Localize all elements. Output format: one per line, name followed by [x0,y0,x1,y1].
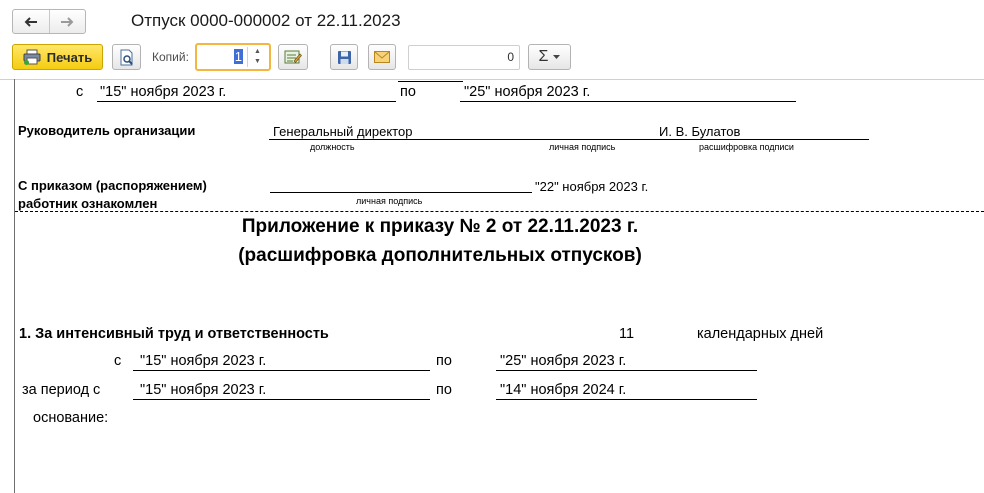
period-from-date: "15" ноября 2023 г. [100,84,227,100]
item-days-unit: календарных дней [697,326,824,342]
chevron-down-icon [553,55,561,59]
underline [496,399,757,400]
spin-up-icon[interactable]: ▲ [248,47,267,57]
head-label: Руководитель организации [18,123,196,138]
counter-value: 0 [507,50,514,64]
print-button-label: Печать [46,49,93,65]
sum-button[interactable]: Σ [528,44,571,70]
item-title: 1. За интенсивный труд и ответственность [19,326,329,342]
page-edge [14,79,15,493]
document-area [0,79,984,493]
period-from: "15" ноября 2023 г. [140,382,267,398]
save-button[interactable] [330,44,358,70]
copies-label: Копий: [152,50,189,64]
edit-button[interactable] [278,44,308,70]
caption-signature: личная подпись [549,142,616,152]
sum-icon: Σ [538,48,549,65]
period-to: "14" ноября 2024 г. [500,382,627,398]
forward-arrow-icon [61,16,74,27]
underline [269,139,869,140]
underline [496,370,757,371]
head-name: И. В. Булатов [659,124,741,139]
copies-input[interactable]: 1 ▲ ▼ [195,43,271,71]
navigation-buttons [12,9,86,34]
basis-label: основание: [33,410,109,426]
back-arrow-icon [24,16,37,27]
counter-field[interactable]: 0 [408,45,520,70]
copies-stepper[interactable]: ▲ ▼ [247,47,267,67]
period-to-prefix-2: по [436,382,452,398]
period-to-prefix: по [400,84,416,100]
preview-icon [120,49,133,65]
printer-icon [23,49,41,65]
header-line [398,81,463,82]
caption-signature-2: личная подпись [356,196,423,206]
underline [460,101,796,102]
window-title: Отпуск 0000-000002 от 22.11.2023 [131,11,401,30]
underline [133,370,430,371]
head-position: Генеральный директор [273,124,413,139]
save-icon [337,50,351,64]
underline [97,101,396,102]
forward-button[interactable] [48,10,86,33]
item-from-date: "15" ноября 2023 г. [140,353,267,369]
period-to-date: "25" ноября 2023 г. [464,84,591,100]
send-mail-button[interactable] [368,44,396,70]
edit-icon [284,50,302,64]
back-button[interactable] [13,10,49,33]
item-from-prefix: с [114,353,122,369]
acquainted-line2: работник ознакомлен [18,196,158,211]
item-to-prefix: по [436,353,452,369]
period-from-prefix: с [76,84,84,100]
item-to-date: "25" ноября 2023 г. [500,353,627,369]
appendix-title: Приложение к приказу № 2 от 22.11.2023 г… [241,216,639,237]
underline [133,399,430,400]
acquainted-line1: С приказом (распоряжением) [18,178,207,193]
caption-position: должность [310,142,355,152]
print-button[interactable]: Печать [12,44,103,70]
copies-value: 1 [233,49,243,64]
preview-button[interactable] [112,44,141,70]
page-break [15,211,984,212]
appendix-subtitle: (расшифровка дополнительных отпусков) [238,245,642,266]
underline [270,192,532,193]
caption-decoding: расшифровка подписи [699,142,794,152]
spin-down-icon[interactable]: ▼ [248,57,267,67]
period-prefix: за период с [22,382,101,398]
item-days: 11 [619,326,635,342]
acquainted-date: "22" ноября 2023 г. [535,179,649,194]
mail-icon [374,51,390,63]
